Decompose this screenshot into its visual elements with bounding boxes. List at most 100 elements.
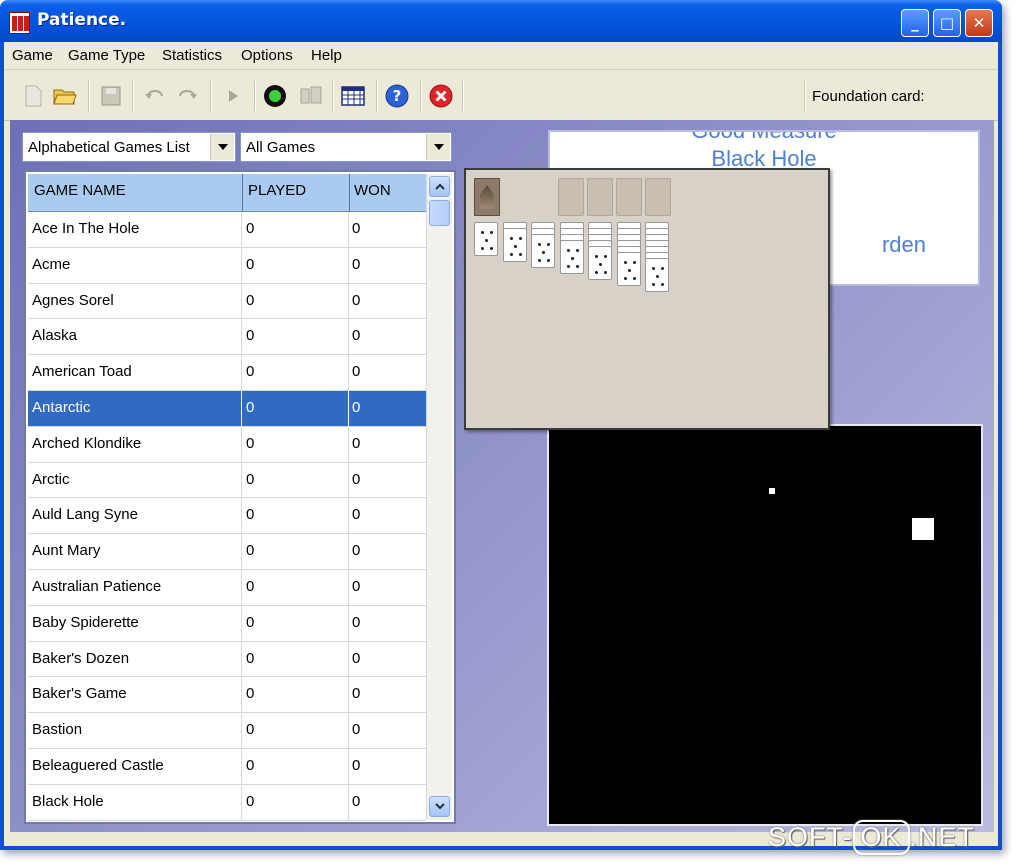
list-type-select[interactable]: Alphabetical Games List	[22, 132, 236, 162]
title-bar[interactable]: Patience. _ □ ✕	[0, 0, 1002, 42]
table-row[interactable]: Agnes Sorel 0 0	[28, 283, 426, 320]
maximize-button[interactable]: □	[933, 9, 961, 37]
playing-card-icon	[645, 258, 669, 292]
table-row[interactable]: Arched Klondike 0 0	[28, 426, 426, 463]
played-cell: 0	[246, 470, 255, 488]
played-cell: 0	[246, 363, 255, 381]
close-button[interactable]: ✕	[965, 9, 993, 37]
played-cell: 0	[246, 398, 255, 416]
table-row[interactable]: Acme 0 0	[28, 247, 426, 284]
played-cell: 0	[246, 291, 255, 309]
won-cell: 0	[352, 542, 361, 560]
watermark-left: SOFT-	[768, 822, 853, 852]
scroll-down-icon[interactable]	[429, 796, 450, 817]
won-cell: 0	[352, 685, 361, 703]
menu-game-type[interactable]: Game Type	[68, 47, 145, 64]
playing-card-icon	[559, 240, 584, 274]
table-row[interactable]: Antarctic 0 0	[28, 390, 426, 427]
game-name-cell: Agnes Sorel	[32, 291, 114, 309]
watermark: SOFT- OK .NET	[768, 820, 975, 855]
played-cell: 0	[246, 685, 255, 703]
stop-icon[interactable]	[428, 83, 454, 109]
record-icon[interactable]	[262, 83, 288, 109]
help-icon[interactable]: ?	[384, 83, 410, 109]
minimize-button[interactable]: _	[901, 9, 929, 37]
window-title: Patience.	[37, 10, 127, 30]
table-row[interactable]: Black Hole 0 0	[28, 784, 426, 821]
table-row[interactable]: Beleaguered Castle 0 0	[28, 748, 426, 785]
scroll-thumb[interactable]	[429, 200, 450, 226]
table-row[interactable]: Australian Patience 0 0	[28, 569, 426, 606]
game-name-cell: Beleaguered Castle	[32, 756, 164, 774]
chevron-down-icon[interactable]	[426, 134, 450, 160]
played-cell: 0	[246, 255, 255, 273]
undo-icon[interactable]	[142, 83, 168, 109]
menu-options[interactable]: Options	[241, 47, 293, 64]
scroll-up-icon[interactable]	[429, 176, 450, 197]
game-name-cell: Arctic	[32, 470, 70, 488]
watermark-ok: OK	[852, 820, 910, 855]
menu-help[interactable]: Help	[311, 47, 342, 64]
played-cell: 0	[246, 792, 255, 810]
won-cell: 0	[352, 792, 361, 810]
chevron-down-icon[interactable]	[210, 134, 234, 160]
played-cell: 0	[246, 649, 255, 667]
table-row[interactable]: Ace In The Hole 0 0	[28, 212, 426, 248]
list-type-value: Alphabetical Games List	[28, 139, 190, 156]
won-cell: 0	[352, 721, 361, 739]
menu-statistics[interactable]: Statistics	[162, 47, 222, 64]
game-filter-select[interactable]: All Games	[240, 132, 452, 162]
table-row[interactable]: Baker's Dozen 0 0	[28, 641, 426, 678]
menu-game[interactable]: Game	[12, 47, 53, 64]
table-row[interactable]: Alaska 0 0	[28, 319, 426, 356]
column-header-game-name[interactable]: GAME NAME	[34, 182, 126, 199]
game-name-cell: Auld Lang Syne	[32, 506, 138, 524]
game-name-cell: Arched Klondike	[32, 434, 142, 452]
redo-icon[interactable]	[174, 83, 200, 109]
won-cell: 0	[352, 255, 361, 273]
won-cell: 0	[352, 756, 361, 774]
list-scrollbar[interactable]	[426, 174, 452, 820]
game-name-cell: Alaska	[32, 327, 78, 345]
table-row[interactable]: Bastion 0 0	[28, 713, 426, 750]
game-name-cell: Acme	[32, 255, 71, 273]
star-dot	[769, 488, 775, 494]
open-folder-icon[interactable]	[52, 83, 78, 109]
star-square	[912, 518, 934, 540]
toolbar: ? Foundation card:	[4, 71, 998, 121]
column-header-won[interactable]: WON	[354, 182, 391, 199]
deal-icon[interactable]	[298, 83, 324, 109]
foundation-slot	[587, 178, 613, 216]
playing-card-icon	[502, 228, 527, 262]
column-header-played[interactable]: PLAYED	[248, 182, 306, 199]
game-name-cell: Bastion	[32, 721, 83, 739]
won-cell: 0	[352, 506, 361, 524]
table-row[interactable]: Aunt Mary 0 0	[28, 534, 426, 571]
game-name-cell: Aunt Mary	[32, 542, 101, 560]
won-cell: 0	[352, 220, 361, 237]
app-icon[interactable]	[9, 12, 30, 34]
played-cell: 0	[246, 577, 255, 595]
table-row[interactable]: Baker's Game 0 0	[28, 677, 426, 714]
game-name-partial: Good Measure	[691, 130, 837, 143]
list-header: GAME NAME PLAYED WON	[28, 174, 426, 212]
table-row[interactable]: Arctic 0 0	[28, 462, 426, 499]
table-row[interactable]: Auld Lang Syne 0 0	[28, 498, 426, 535]
menu-bar: Game Game Type Statistics Options Help	[4, 42, 998, 70]
foundation-slot	[645, 178, 671, 216]
foundation-card-label: Foundation card:	[812, 88, 925, 105]
play-icon[interactable]	[220, 83, 246, 109]
won-cell: 0	[352, 613, 361, 631]
foundation-slot	[558, 178, 584, 216]
svg-text:?: ?	[393, 87, 402, 105]
game-name-cell: Baker's Game	[32, 685, 127, 703]
game-name-cell: Australian Patience	[32, 577, 162, 595]
save-icon[interactable]	[98, 83, 124, 109]
table-row[interactable]: Baby Spiderette 0 0	[28, 605, 426, 642]
table-row[interactable]: American Toad 0 0	[28, 355, 426, 392]
games-list[interactable]: GAME NAME PLAYED WON Ace In The Hole 0 0 Ac…	[24, 170, 456, 824]
won-cell: 0	[352, 577, 361, 595]
game-filter-value: All Games	[246, 139, 316, 156]
new-icon[interactable]	[20, 83, 46, 109]
calendar-icon[interactable]	[340, 83, 366, 109]
